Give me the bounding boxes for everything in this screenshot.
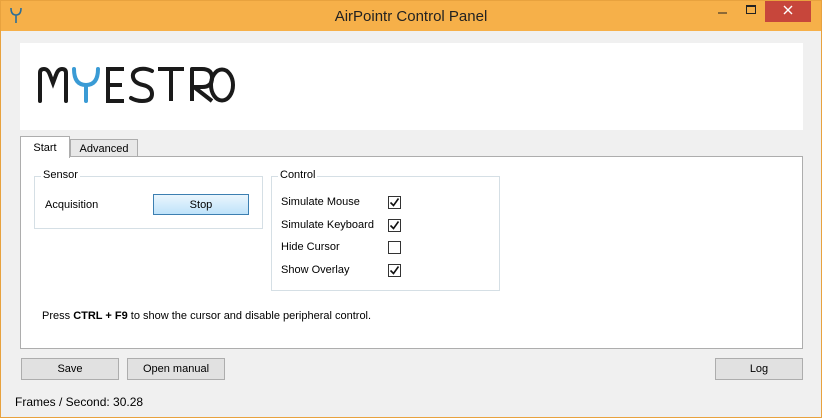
- hint-prefix: Press: [42, 310, 74, 322]
- tab-advanced[interactable]: Advanced: [70, 139, 138, 157]
- simulate-mouse-checkbox[interactable]: [388, 196, 401, 209]
- acquisition-label: Acquisition: [45, 199, 99, 211]
- sensor-group-label: Sensor: [41, 169, 80, 181]
- hide-cursor-checkbox[interactable]: [388, 241, 401, 254]
- control-group-label: Control: [278, 169, 318, 181]
- tab-start[interactable]: Start: [20, 136, 70, 158]
- myestro-logo: [38, 65, 238, 108]
- minimize-icon: [718, 5, 728, 18]
- hide-cursor-label: Hide Cursor: [281, 241, 340, 253]
- close-icon: [783, 5, 793, 18]
- minimize-button[interactable]: [709, 1, 737, 22]
- open-manual-button[interactable]: Open manual: [127, 358, 225, 380]
- check-icon: [389, 221, 400, 230]
- logo-panel: [20, 43, 803, 130]
- check-icon: [389, 198, 400, 207]
- stop-button[interactable]: Stop: [153, 194, 249, 215]
- sensor-group: Sensor Acquisition Stop: [34, 169, 263, 229]
- start-tab-panel: Sensor Acquisition Stop Control Simulate…: [20, 156, 803, 349]
- title-bar[interactable]: AirPointr Control Panel: [1, 1, 821, 31]
- app-window: AirPointr Control Panel Start Advanced S…: [0, 0, 822, 418]
- control-group: Control Simulate Mouse Simulate Keyboard…: [271, 169, 500, 291]
- close-button[interactable]: [765, 1, 811, 22]
- simulate-keyboard-checkbox[interactable]: [388, 219, 401, 232]
- simulate-keyboard-label: Simulate Keyboard: [281, 219, 374, 231]
- maximize-button[interactable]: [737, 1, 765, 22]
- fps-status: Frames / Second: 30.28: [15, 395, 144, 409]
- shortcut-hint: Press CTRL + F9 to show the cursor and d…: [42, 310, 371, 322]
- simulate-mouse-label: Simulate Mouse: [281, 196, 360, 208]
- save-button[interactable]: Save: [21, 358, 119, 380]
- show-overlay-label: Show Overlay: [281, 264, 350, 276]
- hint-suffix: to show the cursor and disable periphera…: [127, 310, 372, 322]
- window-title: AirPointr Control Panel: [334, 8, 488, 25]
- log-button[interactable]: Log: [715, 358, 803, 380]
- maximize-icon: [746, 5, 756, 18]
- check-icon: [389, 266, 400, 275]
- hint-keys: CTRL + F9: [73, 310, 128, 322]
- show-overlay-checkbox[interactable]: [388, 264, 401, 277]
